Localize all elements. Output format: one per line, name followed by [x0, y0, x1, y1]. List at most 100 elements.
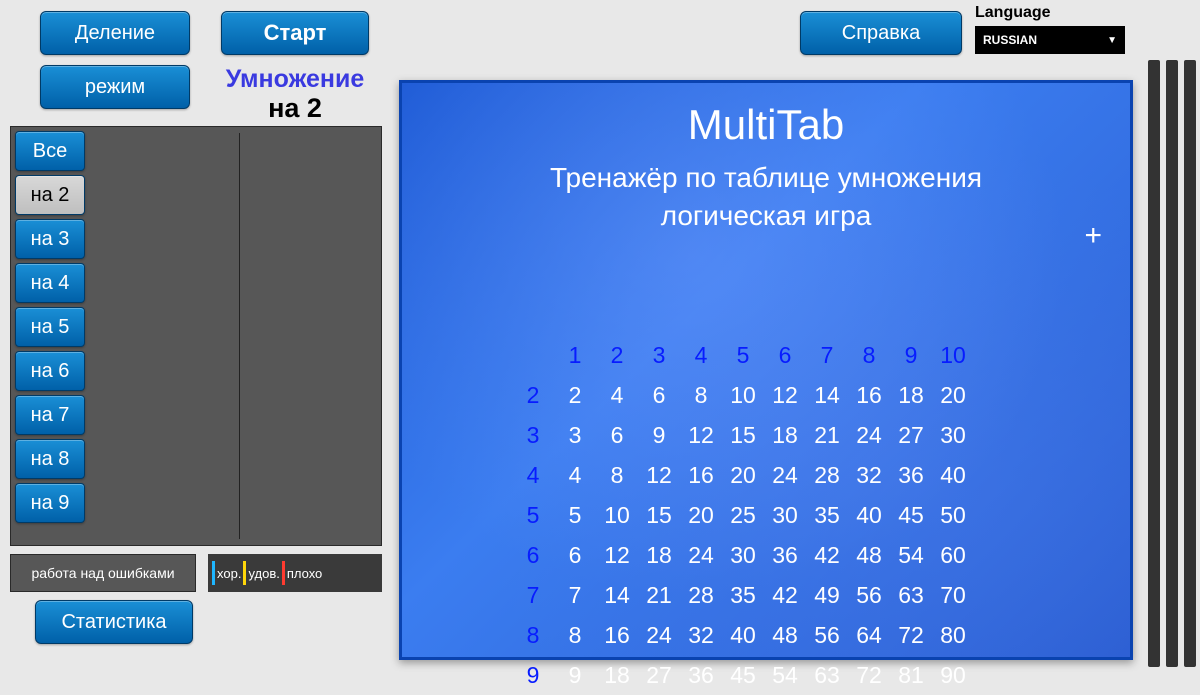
right-bar-1[interactable]	[1148, 60, 1160, 667]
start-button[interactable]: Старт	[221, 11, 369, 55]
tab-на-8[interactable]: на 8	[15, 439, 85, 479]
tab-на-7[interactable]: на 7	[15, 395, 85, 435]
tab-на-3[interactable]: на 3	[15, 219, 85, 259]
tab-Все[interactable]: Все	[15, 131, 85, 171]
table-cell: 40	[722, 615, 764, 655]
table-cell: 8	[680, 375, 722, 415]
app-title: MultiTab	[402, 101, 1130, 149]
legend-bar-bad	[282, 561, 285, 585]
col-header: 10	[932, 335, 974, 375]
table-cell: 20	[932, 375, 974, 415]
table-cell: 10	[596, 495, 638, 535]
table-cell: 14	[806, 375, 848, 415]
table-corner	[512, 335, 554, 375]
col-header: 7	[806, 335, 848, 375]
table-cell: 8	[554, 615, 596, 655]
score-panel: Всена 2на 3на 4на 5на 6на 7на 8на 9	[10, 126, 382, 546]
table-cell: 25	[722, 495, 764, 535]
mode-button[interactable]: режим	[40, 65, 190, 109]
operation-label: Умножение	[208, 65, 382, 94]
table-cell: 16	[848, 375, 890, 415]
division-button[interactable]: Деление	[40, 11, 190, 55]
legend-good-label: хор.	[217, 566, 241, 581]
row-header: 7	[512, 575, 554, 615]
table-cell: 6	[638, 375, 680, 415]
legend-bar-good	[212, 561, 215, 585]
tab-на-6[interactable]: на 6	[15, 351, 85, 391]
table-cell: 64	[848, 615, 890, 655]
table-cell: 54	[764, 655, 806, 695]
table-cell: 20	[722, 455, 764, 495]
plus-icon: +	[1084, 219, 1102, 253]
col-header: 8	[848, 335, 890, 375]
table-cell: 18	[890, 375, 932, 415]
statistics-button[interactable]: Статистика	[35, 600, 193, 644]
table-cell: 15	[722, 415, 764, 455]
table-cell: 18	[596, 655, 638, 695]
table-cell: 90	[932, 655, 974, 695]
table-cell: 10	[722, 375, 764, 415]
table-cell: 12	[638, 455, 680, 495]
table-cell: 36	[890, 455, 932, 495]
table-cell: 4	[554, 455, 596, 495]
row-header: 3	[512, 415, 554, 455]
right-bar-3[interactable]	[1184, 60, 1196, 667]
row-header: 2	[512, 375, 554, 415]
score-divider	[239, 133, 240, 539]
col-header: 2	[596, 335, 638, 375]
col-header: 4	[680, 335, 722, 375]
table-cell: 6	[554, 535, 596, 575]
table-cell: 7	[554, 575, 596, 615]
legend-ok-label: удов.	[248, 566, 279, 581]
table-cell: 35	[806, 495, 848, 535]
language-select[interactable]: RUSSIAN	[975, 26, 1125, 54]
main-panel: MultiTab Тренажёр по таблице умноженияло…	[399, 80, 1133, 660]
col-header: 1	[554, 335, 596, 375]
table-cell: 81	[890, 655, 932, 695]
row-header: 5	[512, 495, 554, 535]
help-button[interactable]: Справка	[800, 11, 962, 55]
table-cell: 24	[638, 615, 680, 655]
language-value: RUSSIAN	[983, 33, 1037, 47]
tab-на-4[interactable]: на 4	[15, 263, 85, 303]
table-cell: 4	[596, 375, 638, 415]
table-cell: 9	[554, 655, 596, 695]
tabs-column: Всена 2на 3на 4на 5на 6на 7на 8на 9	[11, 127, 96, 545]
legend-bad-label: плохо	[287, 566, 322, 581]
table-cell: 80	[932, 615, 974, 655]
tab-на-5[interactable]: на 5	[15, 307, 85, 347]
table-cell: 60	[932, 535, 974, 575]
table-cell: 20	[680, 495, 722, 535]
table-cell: 30	[932, 415, 974, 455]
table-cell: 63	[806, 655, 848, 695]
table-cell: 32	[680, 615, 722, 655]
language-label: Language	[975, 4, 1051, 22]
table-cell: 15	[638, 495, 680, 535]
table-cell: 49	[806, 575, 848, 615]
table-cell: 48	[848, 535, 890, 575]
table-cell: 21	[806, 415, 848, 455]
tab-на-2[interactable]: на 2	[15, 175, 85, 215]
table-cell: 42	[764, 575, 806, 615]
table-cell: 63	[890, 575, 932, 615]
work-on-errors-button[interactable]: работа над ошибками	[10, 554, 196, 592]
row-header: 6	[512, 535, 554, 575]
right-bar-2[interactable]	[1166, 60, 1178, 667]
table-cell: 24	[848, 415, 890, 455]
table-cell: 35	[722, 575, 764, 615]
table-cell: 18	[764, 415, 806, 455]
table-cell: 40	[848, 495, 890, 535]
table-cell: 45	[890, 495, 932, 535]
tab-на-9[interactable]: на 9	[15, 483, 85, 523]
table-cell: 48	[764, 615, 806, 655]
table-cell: 9	[638, 415, 680, 455]
table-cell: 24	[764, 455, 806, 495]
table-cell: 6	[596, 415, 638, 455]
table-cell: 30	[764, 495, 806, 535]
table-cell: 40	[932, 455, 974, 495]
app-subtitle: Тренажёр по таблице умножениялогическая …	[402, 159, 1130, 235]
row-header: 9	[512, 655, 554, 695]
multiplication-table: 1234567891022468101214161820336912151821…	[512, 335, 974, 695]
legend-bar-ok	[243, 561, 246, 585]
table-cell: 27	[890, 415, 932, 455]
